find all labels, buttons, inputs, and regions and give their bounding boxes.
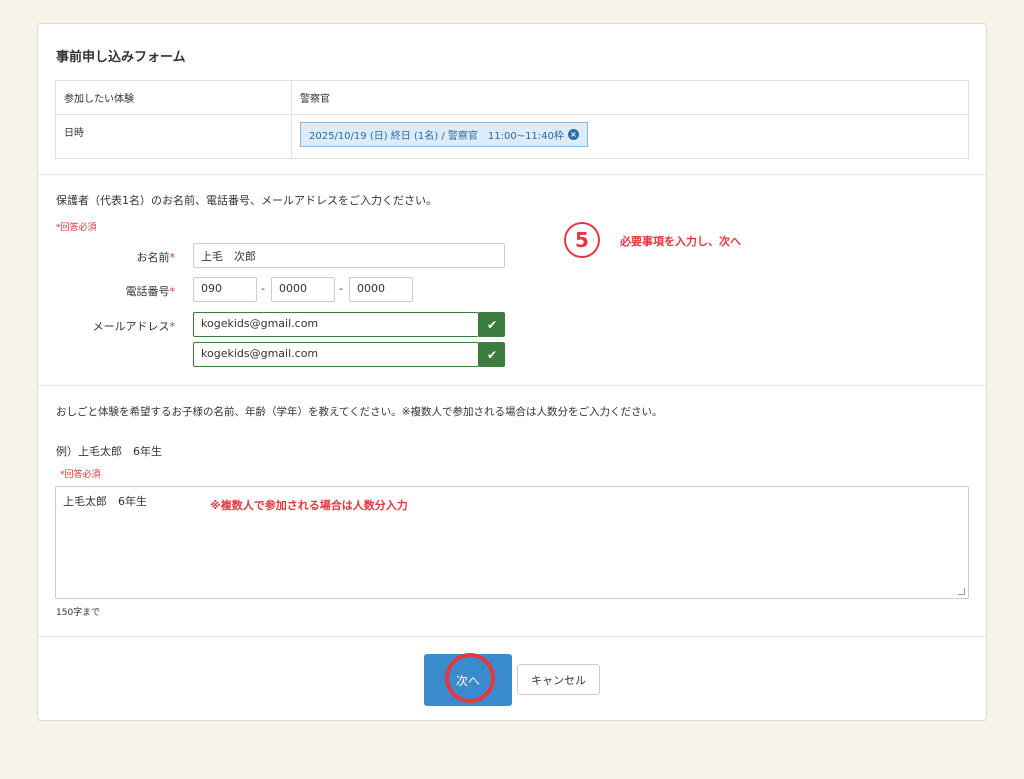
- email-input[interactable]: kogekids@gmail.com: [193, 312, 479, 337]
- children-textarea-value: 上毛太郎 6年生: [63, 495, 147, 508]
- section-divider: [38, 385, 986, 386]
- email-confirm-input[interactable]: kogekids@gmail.com: [193, 342, 479, 367]
- section-divider: [38, 636, 986, 637]
- check-icon: ✔: [479, 342, 505, 367]
- children-question: おしごと体験を希望するお子様の名前、年齢（学年）を教えてください。※複数人で参加…: [56, 406, 663, 418]
- phone-input-1[interactable]: 090: [193, 277, 257, 302]
- selection-summary-table: 参加したい体験 警察官 日時 2025/10/19 (日) 終日 (1名) / …: [55, 80, 969, 159]
- cancel-button[interactable]: キャンセル: [517, 664, 600, 695]
- datetime-chip-text: 2025/10/19 (日) 終日 (1名) / 警察官 11:00~11:40…: [309, 131, 564, 142]
- required-note: *回答必須: [60, 470, 101, 480]
- check-icon: ✔: [479, 312, 505, 337]
- phone-input-2[interactable]: 0000: [271, 277, 335, 302]
- required-note: *回答必須: [56, 223, 97, 233]
- form-title: 事前申し込みフォーム: [56, 50, 186, 65]
- name-label: お名前*: [136, 251, 176, 264]
- step-number-badge: 5: [564, 222, 600, 258]
- close-circle-icon[interactable]: ×: [567, 129, 579, 140]
- experience-value: 警察官: [291, 80, 969, 115]
- multi-person-note: ※複数人で参加される場合は人数分入力: [210, 499, 408, 512]
- name-input[interactable]: 上毛 次郎: [193, 243, 505, 268]
- phone-separator: -: [261, 282, 265, 295]
- character-limit: 150字まで: [56, 608, 101, 618]
- phone-separator: -: [339, 282, 343, 295]
- section-divider: [38, 174, 986, 175]
- children-textarea[interactable]: 上毛太郎 6年生: [55, 486, 969, 599]
- children-example: 例）上毛太郎 6年生: [56, 445, 162, 458]
- email-label: メールアドレス*: [92, 320, 176, 333]
- step-instruction: 必要事項を入力し、次へ: [620, 235, 741, 248]
- guardian-intro: 保護者（代表1名）のお名前、電話番号、メールアドレスをご入力ください。: [56, 194, 437, 207]
- datetime-chip: 2025/10/19 (日) 終日 (1名) / 警察官 11:00~11:40…: [300, 122, 588, 147]
- application-form-card: 事前申し込みフォーム 参加したい体験 警察官 日時 2025/10/19 (日)…: [37, 23, 987, 721]
- experience-label: 参加したい体験: [55, 80, 292, 115]
- highlight-ring: [445, 653, 495, 703]
- datetime-label: 日時: [55, 114, 292, 159]
- phone-input-3[interactable]: 0000: [349, 277, 413, 302]
- phone-label: 電話番号*: [125, 285, 176, 298]
- resize-handle-icon[interactable]: [958, 588, 965, 595]
